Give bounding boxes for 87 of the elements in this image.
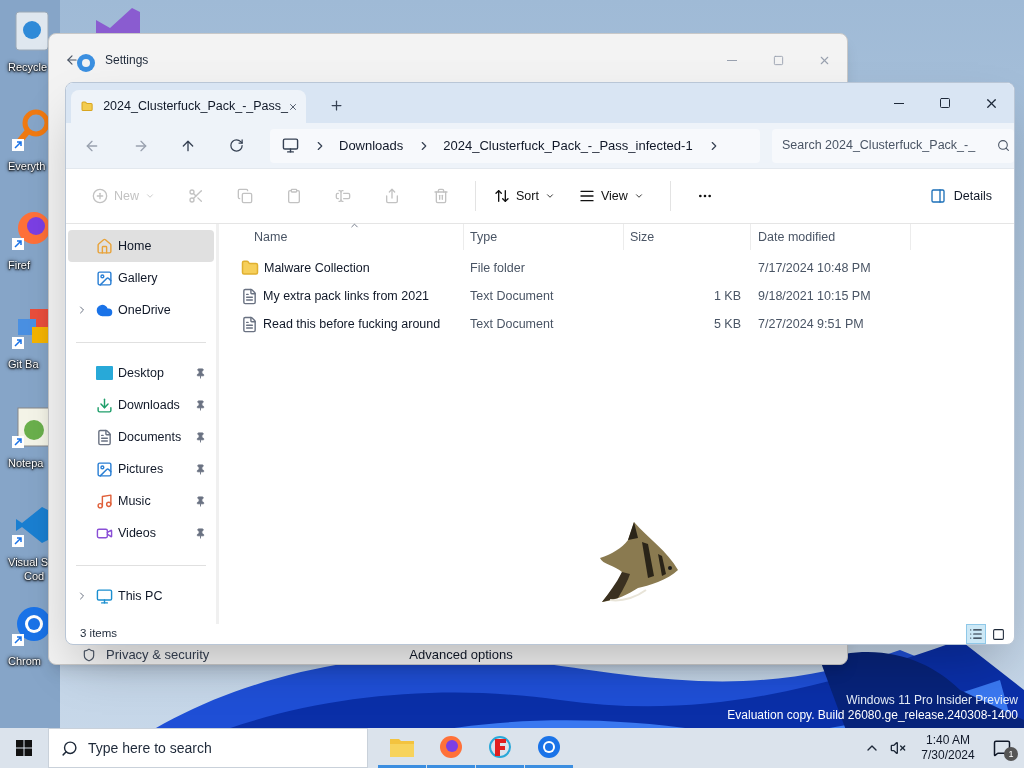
sidebar-item[interactable]: Pictures: [68, 453, 214, 485]
clock-date[interactable]: 7/30/2024: [921, 748, 975, 763]
panel-icon: [929, 188, 946, 204]
file-row[interactable]: Read this before fucking around Text Document 5 KB 7/27/2024 9:51 PM: [239, 310, 1014, 338]
browser-icon: [537, 734, 561, 759]
details-view-button[interactable]: [966, 624, 986, 644]
maximize-icon: [772, 54, 784, 66]
caret-icon: [145, 191, 155, 201]
shortcut-icon: [12, 535, 24, 547]
back-icon[interactable]: [65, 53, 79, 67]
table-cell-text: Text Document: [469, 315, 555, 333]
search-field[interactable]: Search 2024_Clusterfuck_Pack_-_: [782, 136, 997, 155]
column-header[interactable]: Name: [239, 224, 464, 250]
app-icon: [488, 734, 512, 759]
shield-icon: [82, 648, 96, 662]
file-row[interactable]: Malware Collection File folder 7/17/2024 10:48 PM: [239, 254, 1014, 282]
clock-time[interactable]: 1:40 AM: [926, 733, 970, 748]
status-text: 3 items: [80, 626, 118, 642]
table-cell-text: 9/18/2021 10:15 PM: [757, 287, 872, 305]
desktop-icon: [96, 366, 113, 380]
sidebar-item[interactable]: Downloads: [68, 389, 214, 421]
nav-item[interactable]: Privacy & security: [106, 645, 210, 665]
search-icon: [61, 739, 78, 757]
minimize-icon: [727, 59, 737, 61]
sort-button[interactable]: Sort: [486, 179, 563, 213]
table-cell-text: 5 KB: [712, 315, 742, 333]
watermark-text: Evaluation copy. Build 26080.ge_release.240308-1400: [727, 708, 1018, 723]
caret-icon: [544, 191, 555, 201]
text-file-icon: [241, 315, 258, 333]
table-cell-text: 7/17/2024 10:48 PM: [757, 259, 872, 277]
sidebar-item[interactable]: This PC: [68, 580, 214, 612]
monitor-icon: [96, 587, 113, 605]
picture-icon: [96, 460, 113, 478]
notification-icon[interactable]: [993, 739, 1011, 757]
download-icon: [96, 396, 113, 414]
table-cell-text: 7/27/2024 9:51 PM: [757, 315, 865, 333]
details-pane-button[interactable]: Details: [921, 186, 1000, 206]
column-header[interactable]: Type: [464, 224, 624, 250]
windows-logo-icon: [16, 740, 32, 756]
shortcut-icon: [12, 436, 24, 448]
search-icon[interactable]: [997, 139, 1010, 152]
shortcut-icon: [12, 337, 24, 349]
music-icon: [96, 492, 113, 510]
tab[interactable]: 2024_Clusterfuck_Pack_-_Pass_: [71, 90, 306, 123]
refresh-icon[interactable]: [229, 138, 244, 153]
home-icon: [96, 237, 113, 255]
browser-icon: [439, 734, 463, 759]
folder-icon: [390, 736, 414, 757]
window-title: Settings: [105, 52, 149, 69]
sidebar-item[interactable]: Music: [68, 485, 214, 517]
shortcut-icon: [12, 238, 24, 250]
watermark-text: Windows 11 Pro Insider Preview: [846, 693, 1018, 708]
text-file-icon: [241, 287, 258, 305]
square-icon: [991, 627, 1005, 641]
file-row[interactable]: My extra pack links from 2021 Text Document 1 KB 9/18/2021 10:15 PM: [239, 282, 1014, 310]
sidebar-item[interactable]: Home: [68, 230, 214, 262]
monitor-icon: [282, 137, 299, 154]
sidebar-item[interactable]: Videos: [68, 517, 214, 549]
taskbar-search-field[interactable]: Type here to search: [88, 737, 367, 759]
advanced-options-link[interactable]: Advanced options: [409, 645, 513, 665]
sidebar-item[interactable]: OneDrive: [68, 294, 214, 326]
view-button[interactable]: View: [570, 179, 652, 213]
table-cell-text: File folder: [469, 259, 526, 277]
shortcut-icon: [12, 634, 24, 646]
shortcut-icon: [12, 139, 24, 151]
sidebar-item[interactable]: Gallery: [68, 262, 214, 294]
breadcrumb-item[interactable]: Downloads: [339, 135, 404, 156]
folder-icon: [241, 259, 259, 277]
address-bar[interactable]: Downloads 2024_Clusterfuck_Pack_-_Pass_infected-1: [270, 128, 760, 163]
breadcrumb-item[interactable]: 2024_Clusterfuck_Pack_-_Pass_infected-1: [443, 135, 693, 156]
sidebar-item[interactable]: Documents: [68, 421, 214, 453]
document-icon: [96, 428, 113, 446]
gallery-icon: [96, 269, 113, 287]
search-box[interactable]: Search 2024_Clusterfuck_Pack_-_: [772, 128, 1014, 163]
new-tab-icon[interactable]: [329, 98, 344, 113]
maximize-icon: [939, 97, 951, 109]
notification-count: 1: [1004, 747, 1018, 761]
table-cell-text: 1 KB: [712, 287, 742, 305]
sidebar-item[interactable]: Desktop: [68, 357, 214, 389]
column-header[interactable]: Date modified: [751, 224, 911, 250]
column-header[interactable]: Size: [624, 224, 751, 250]
taskbar-search-box[interactable]: Type here to search: [48, 728, 368, 768]
caret-icon: [633, 191, 644, 201]
table-cell-text: Text Document: [469, 287, 555, 305]
minimize-icon: [894, 102, 904, 104]
muted-speaker-icon[interactable]: [890, 740, 906, 756]
list-icon: [969, 627, 983, 641]
